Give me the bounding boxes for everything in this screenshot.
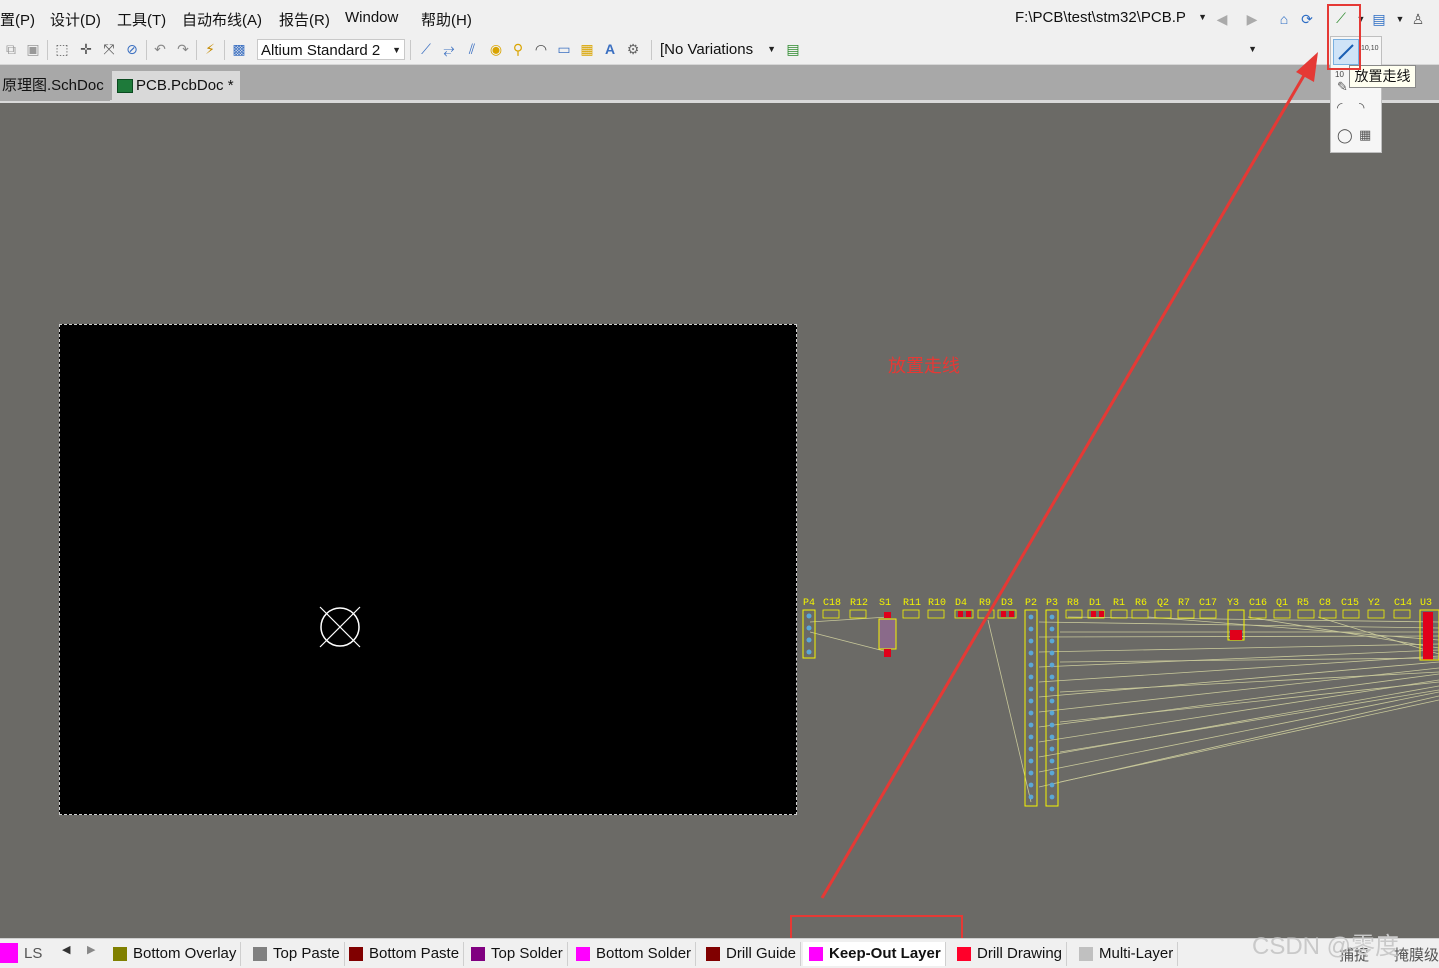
layer-tab-bottom-solder[interactable]: Bottom Solder xyxy=(570,942,697,966)
layer-tab-label: Bottom Solder xyxy=(596,945,692,962)
layer-tab-label: Top Paste xyxy=(273,945,340,962)
layer-tab-label: Drill Guide xyxy=(726,945,797,962)
scroll-left-icon[interactable]: ◀ xyxy=(62,943,70,956)
highlight-box-toolbar xyxy=(1327,4,1361,70)
layer-swatch xyxy=(1079,947,1093,961)
mask-level-button[interactable]: 掩膜级 xyxy=(1394,944,1439,965)
layer-tab-label: Multi-Layer xyxy=(1099,945,1174,962)
arc-edge-icon[interactable]: ◝ xyxy=(1359,99,1364,116)
pen-icon[interactable]: ✎ xyxy=(1337,79,1348,95)
layer-swatch xyxy=(576,947,590,961)
grid-label-10: 10 xyxy=(1335,70,1344,79)
layer-swatch xyxy=(349,947,363,961)
layer-tab-drill-guide[interactable]: Drill Guide xyxy=(700,942,801,966)
grid-label-1010: 10,10 xyxy=(1361,45,1379,52)
layer-swatch xyxy=(706,947,720,961)
watermark: CSDN @零度 xyxy=(1252,933,1400,960)
layer-tab-bottom-paste[interactable]: Bottom Paste xyxy=(343,942,465,966)
layer-tab-drill-drawing[interactable]: Drill Drawing xyxy=(951,942,1068,966)
layer-set-label[interactable]: LS xyxy=(24,945,42,962)
layer-tab-label: Bottom Overlay xyxy=(133,945,237,962)
annotation-arrow xyxy=(820,52,1318,899)
layer-swatch xyxy=(471,947,485,961)
layer-swatch xyxy=(957,947,971,961)
layer-tab-keep-out[interactable]: Keep-Out Layer xyxy=(803,942,946,966)
layer-tab-label: Bottom Paste xyxy=(369,945,460,962)
layer-swatch xyxy=(253,947,267,961)
layer-tab-bar: LS ◀ ▶ Bottom Overlay Top Paste Bottom P… xyxy=(0,938,1439,968)
scroll-right-icon[interactable]: ▶ xyxy=(87,943,95,956)
layer-tab-label: Top Solder xyxy=(491,945,563,962)
layer-tab-multi-layer[interactable]: Multi-Layer xyxy=(1073,942,1179,966)
layer-tab-top-paste[interactable]: Top Paste xyxy=(247,942,345,966)
current-layer-swatch xyxy=(0,943,18,963)
arc-center-icon[interactable]: ◜ xyxy=(1337,99,1342,116)
layer-tab-label: Keep-Out Layer xyxy=(829,945,941,962)
layer-tab-bottom-overlay[interactable]: Bottom Overlay xyxy=(107,942,242,966)
full-circle-icon[interactable]: ◯ xyxy=(1337,127,1353,144)
array-icon[interactable]: ▦ xyxy=(1359,127,1371,143)
layer-tab-top-solder[interactable]: Top Solder xyxy=(465,942,568,966)
layer-tab-label: Drill Drawing xyxy=(977,945,1063,962)
layer-swatch xyxy=(809,947,823,961)
layer-swatch xyxy=(113,947,127,961)
